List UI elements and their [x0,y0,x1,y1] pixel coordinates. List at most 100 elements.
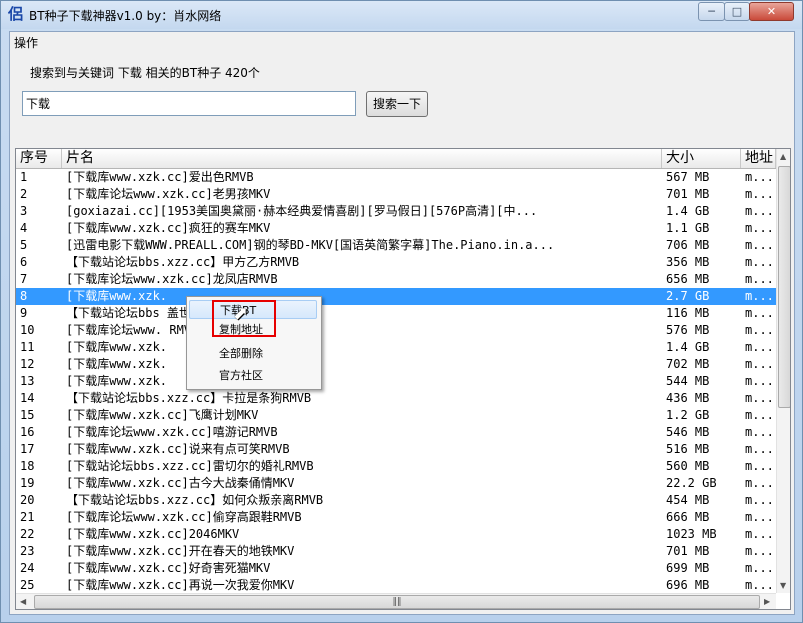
ctx-official-community[interactable]: 官方社区 [189,366,317,385]
row-address: m... [745,527,774,541]
table-row[interactable]: 5 [迅雷电影下载WWW.PREALL.COM]钢的琴BD-MKV[国语英简繁字幕… [16,237,776,254]
horizontal-scroll-thumb[interactable]: ‖‖ [34,595,760,609]
table-row[interactable]: 25 [下载库www.xzk.cc]再说一次我爱你MKV 696 MB m... [16,577,776,594]
row-title: [下载库www.xzk.cc]好奇害死猫MKV [66,561,271,575]
list-header: 序号 片名 大小 地址 [16,149,776,169]
table-row[interactable]: 9 【下载站论坛bbs 盖世五侠的秘密RMVB 116 MB m... [16,305,776,322]
row-title: 【下载站论坛bbs.xzz.cc】甲方乙方RMVB [66,255,300,269]
table-row[interactable]: 22 [下载库www.xzk.cc]2046MKV 1023 MB m... [16,526,776,543]
row-number: 23 [20,544,35,558]
table-row[interactable]: 4 [下载库www.xzk.cc]疯狂的赛车MKV 1.1 GB m... [16,220,776,237]
row-number: 24 [20,561,35,575]
row-address: m... [745,340,774,354]
row-address: m... [745,476,774,490]
row-address: m... [745,289,774,303]
scroll-up-icon[interactable]: ▲ [780,152,786,161]
row-number: 6 [20,255,28,269]
table-row[interactable]: 21 [下载库论坛www.xzk.cc]偷穿高跟鞋RMVB 666 MB m... [16,509,776,526]
header-size[interactable]: 大小 [662,149,741,168]
row-title: [goxiazai.cc][1953美国奥黛丽·赫本经典爱情喜剧][罗马假日][… [66,204,538,218]
row-title: 【下载站论坛bbs.xzz.cc】如何众叛亲离RMVB [66,493,324,507]
row-number: 21 [20,510,35,524]
row-title: [下载库www.xzk. [66,289,168,303]
header-no[interactable]: 序号 [16,149,62,168]
row-address: m... [745,357,774,371]
row-number: 10 [20,323,35,337]
row-size: 1.1 GB [666,221,710,235]
table-row[interactable]: 6 【下载站论坛bbs.xzz.cc】甲方乙方RMVB 356 MB m... [16,254,776,271]
row-size: 1.4 GB [666,340,710,354]
row-title: [下载站论坛bbs.xzz.cc]雷切尔的婚礼RMVB [66,459,314,473]
vertical-scrollbar[interactable]: ▲ ▼ [776,149,790,593]
row-number: 4 [20,221,28,235]
row-number: 1 [20,170,28,184]
minimize-button[interactable]: ─ [698,2,725,21]
row-address: m... [745,459,774,473]
table-row[interactable]: 14 【下载站论坛bbs.xzz.cc】卡拉是条狗RMVB 436 MB m... [16,390,776,407]
scroll-down-icon[interactable]: ▼ [780,581,786,590]
table-row[interactable]: 2 [下载库论坛www.xzk.cc]老男孩MKV 701 MB m... [16,186,776,203]
row-address: m... [745,544,774,558]
row-title: [下载库论坛www. RMVB [66,323,199,337]
row-address: m... [745,204,774,218]
row-size: 699 MB [666,561,710,575]
menu-operate[interactable]: 操作 [14,34,38,51]
row-title: [下载库论坛www.xzk.cc]老男孩MKV [66,187,271,201]
row-address: m... [745,408,774,422]
row-title: [下载库www.xzk.cc]疯狂的赛车MKV [66,221,271,235]
table-row[interactable]: 3 [goxiazai.cc][1953美国奥黛丽·赫本经典爱情喜剧][罗马假日]… [16,203,776,220]
row-address: m... [745,425,774,439]
row-address: m... [745,323,774,337]
table-row[interactable]: 15 [下载库www.xzk.cc]飞鹰计划MKV 1.2 GB m... [16,407,776,424]
maximize-button[interactable]: □ [724,2,750,21]
table-row[interactable]: 17 [下载库www.xzk.cc]说来有点可笑RMVB 516 MB m... [16,441,776,458]
table-row[interactable]: 1 [下载库www.xzk.cc]爱出色RMVB 567 MB m... [16,169,776,186]
ctx-delete-all[interactable]: 全部删除 [189,344,317,363]
table-row[interactable]: 12 [下载库www.xzk. 702 MB m... [16,356,776,373]
row-address: m... [745,221,774,235]
table-row[interactable]: 8 [下载库www.xzk. 2.7 GB m... [16,288,776,305]
row-address: m... [745,272,774,286]
row-size: 1.4 GB [666,204,710,218]
header-address[interactable]: 地址 [741,149,776,168]
row-size: 436 MB [666,391,710,405]
row-number: 13 [20,374,35,388]
search-input[interactable] [22,91,356,116]
app-window: 侶 BT种子下载神器v1.0 by：肖水网络 ─ □ ✕ 操作 搜索到与关键词 … [0,0,803,623]
table-row[interactable]: 24 [下载库www.xzk.cc]好奇害死猫MKV 699 MB m... [16,560,776,577]
row-size: 576 MB [666,323,710,337]
maximize-icon: □ [731,5,743,18]
row-size: 116 MB [666,306,710,320]
result-list[interactable]: 序号 片名 大小 地址 1 [下载库www.xzk.cc]爱出色RMVB 567 M… [15,148,791,610]
header-name[interactable]: 片名 [62,149,662,168]
table-row[interactable]: 20 【下载站论坛bbs.xzz.cc】如何众叛亲离RMVB 454 MB m... [16,492,776,509]
table-row[interactable]: 19 [下载库www.xzk.cc]古今大战秦俑情MKV 22.2 GB m... [16,475,776,492]
table-row[interactable]: 13 [下载库www.xzk. 544 MB m... [16,373,776,390]
row-address: m... [745,391,774,405]
scroll-right-icon[interactable]: ▶ [764,597,770,606]
table-row[interactable]: 11 [下载库www.xzk. 1.4 GB m... [16,339,776,356]
horizontal-scrollbar[interactable]: ◀ ‖‖ ▶ [16,593,776,609]
close-icon: ✕ [766,5,777,18]
table-row[interactable]: 23 [下载库www.xzk.cc]开在春天的地铁MKV 701 MB m... [16,543,776,560]
row-number: 8 [20,289,28,303]
row-title: [下载库www.xzk.cc]古今大战秦俑情MKV [66,476,295,490]
table-row[interactable]: 7 [下载库论坛www.xzk.cc]龙凤店RMVB 656 MB m... [16,271,776,288]
table-row[interactable]: 18 [下载站论坛bbs.xzz.cc]雷切尔的婚礼RMVB 560 MB m... [16,458,776,475]
row-size: 666 MB [666,510,710,524]
table-row[interactable]: 16 [下载库论坛www.xzk.cc]嘻游记RMVB 546 MB m... [16,424,776,441]
row-address: m... [745,578,774,592]
row-size: 702 MB [666,357,710,371]
row-number: 18 [20,459,35,473]
title-bar[interactable]: 侶 BT种子下载神器v1.0 by：肖水网络 ─ □ ✕ [1,1,802,29]
scroll-left-icon[interactable]: ◀ [20,597,26,606]
row-size: 454 MB [666,493,710,507]
row-number: 11 [20,340,35,354]
vertical-scroll-thumb[interactable] [778,166,790,408]
table-row[interactable]: 10 [下载库论坛www. RMVB 576 MB m... [16,322,776,339]
search-button[interactable]: 搜索一下 [366,91,428,117]
row-title: 【下载站论坛bbs.xzz.cc】卡拉是条狗RMVB [66,391,312,405]
close-button[interactable]: ✕ [749,2,794,21]
row-number: 14 [20,391,35,405]
row-size: 1.2 GB [666,408,710,422]
